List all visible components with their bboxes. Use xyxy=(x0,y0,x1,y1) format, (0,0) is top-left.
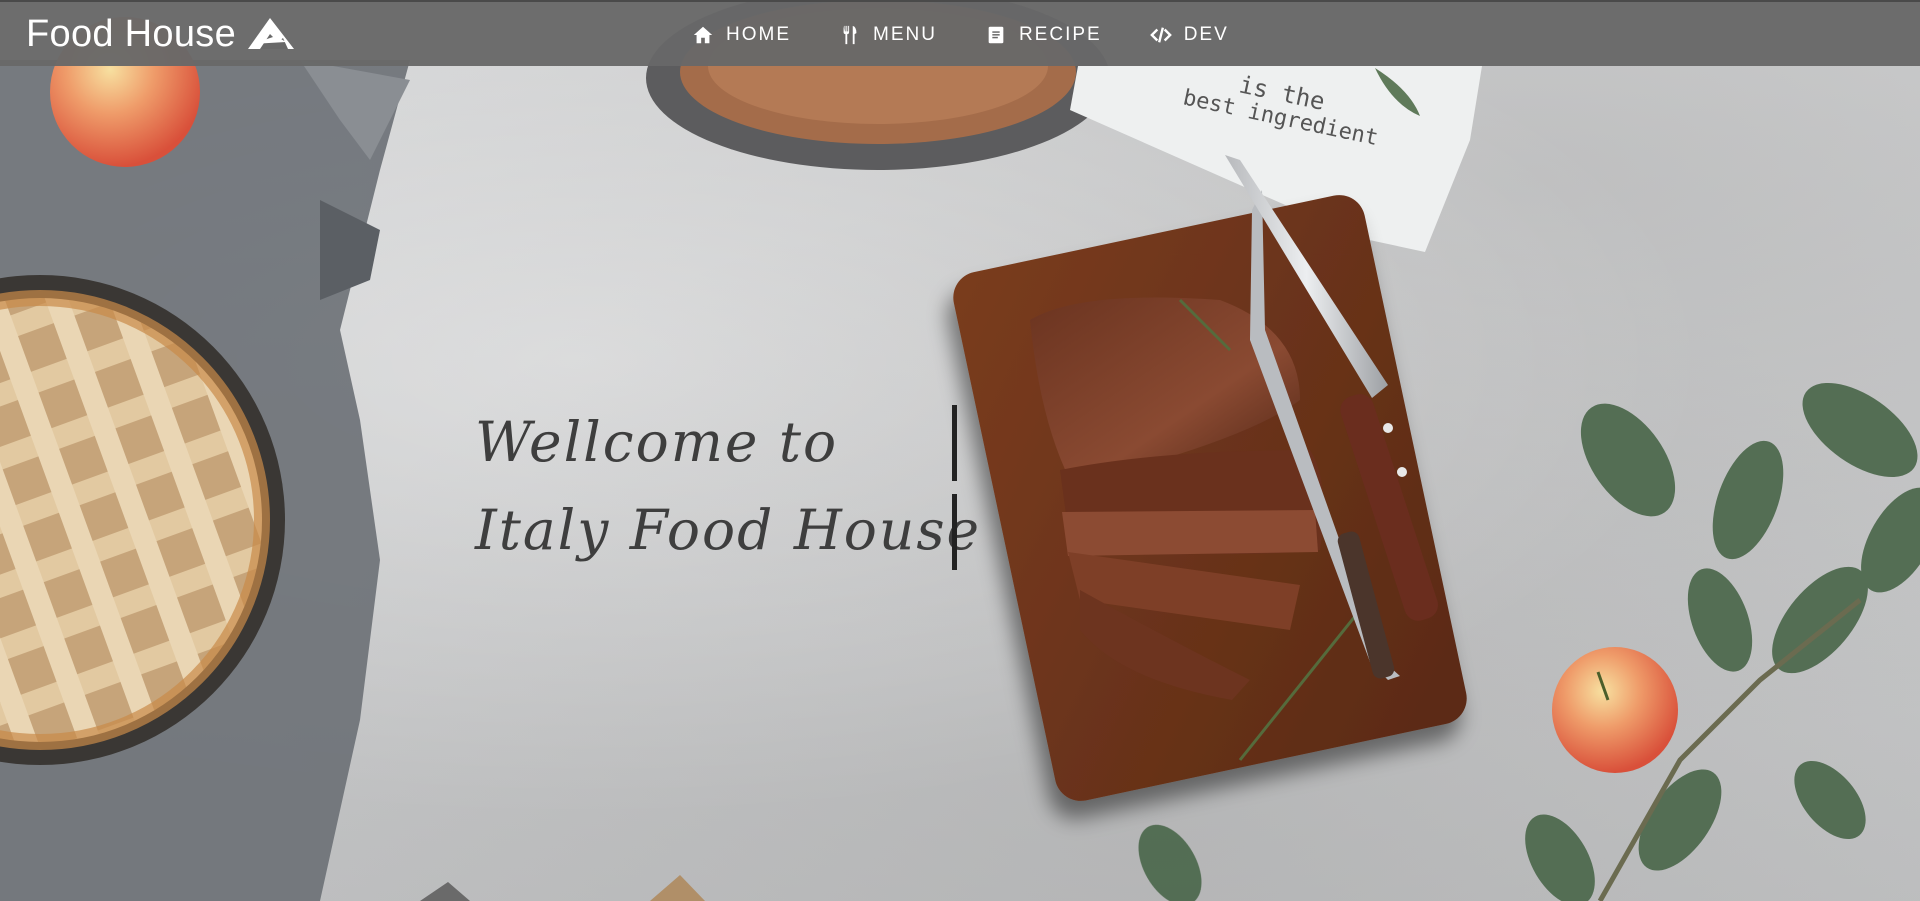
hero-heading-line-2: Italy Food House xyxy=(475,498,982,562)
recipe-book-icon xyxy=(988,26,1004,44)
home-icon xyxy=(693,26,713,44)
hero-heading: Wellcome to Italy Food House xyxy=(475,398,995,574)
typing-cursor-1 xyxy=(952,405,957,481)
hero-heading-line-1: Wellcome to xyxy=(475,410,839,474)
nav-recipe-label: RECIPE xyxy=(1018,24,1102,45)
main-nav: HOME MENU RECIPE DEV xyxy=(692,2,1277,68)
nav-home[interactable]: HOME xyxy=(692,24,791,46)
utensils-icon xyxy=(843,25,857,45)
nav-dev[interactable]: DEV xyxy=(1149,24,1229,46)
code-icon xyxy=(1149,27,1172,43)
page: is the best ingredient Food House HOME M… xyxy=(0,0,1920,901)
nav-menu[interactable]: MENU xyxy=(839,24,937,46)
brand-name: Food House xyxy=(26,12,237,55)
brand-link[interactable]: Food House xyxy=(26,12,296,55)
nav-home-label: HOME xyxy=(726,24,791,45)
mountain-logo-icon xyxy=(248,18,295,49)
nav-dev-label: DEV xyxy=(1183,24,1229,45)
nav-recipe[interactable]: RECIPE xyxy=(985,24,1102,46)
nav-menu-label: MENU xyxy=(873,24,937,45)
typing-cursor-2 xyxy=(952,494,957,570)
top-navbar: Food House HOME MENU RECIPE DEV xyxy=(0,0,1920,66)
